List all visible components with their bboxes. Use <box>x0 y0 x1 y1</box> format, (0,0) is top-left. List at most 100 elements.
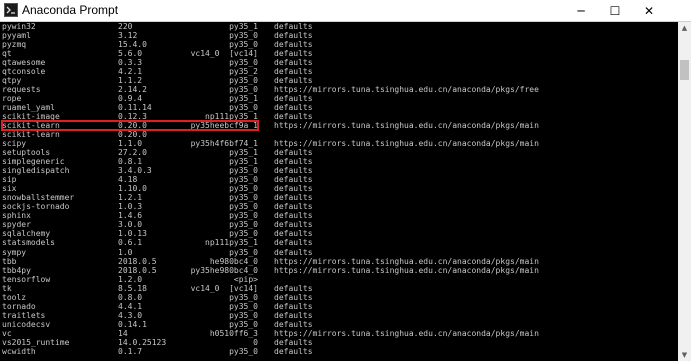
close-button[interactable]: ✕ <box>632 0 666 21</box>
package-name: scipy <box>2 139 27 149</box>
package-version: 0.20.0 <box>118 130 147 140</box>
package-build: py35_0 <box>229 175 258 185</box>
package-channel: defaults <box>274 31 313 41</box>
package-channel: defaults <box>274 229 313 239</box>
package-name: qtconsole <box>2 67 46 77</box>
package-version: 4.3.0 <box>118 310 143 320</box>
package-build: py35_0 <box>229 310 258 320</box>
package-row: rope 0.9.4 py35_1 defaults <box>0 94 678 103</box>
package-build: py35_1 <box>229 22 258 31</box>
package-version: 2.14.2 <box>118 85 147 95</box>
package-version: 15.4.0 <box>118 40 147 50</box>
package-row: sphinx 1.4.6 py35_0 defaults <box>0 211 678 220</box>
package-channel: https://mirrors.tuna.tsinghua.edu.cn/ana… <box>274 121 539 131</box>
package-row: singledispatch 3.4.0.3 py35_0 defaults <box>0 166 678 175</box>
package-build: py35_0 <box>229 202 258 212</box>
package-row: tbb 2018.0.5 he980bc4_0 https://mirrors.tun… <box>0 257 678 266</box>
package-channel: https://mirrors.tuna.tsinghua.edu.cn/ana… <box>274 265 539 275</box>
package-build: py35_1 <box>229 94 258 104</box>
package-name: toolz <box>2 292 27 302</box>
package-channel: defaults <box>274 184 313 194</box>
package-row: qtawesome 0.3.3 py35_0 defaults <box>0 58 678 67</box>
package-channel: defaults <box>274 148 313 158</box>
package-name: qtpy <box>2 76 22 86</box>
package-name: tk <box>2 283 12 293</box>
package-name: sphinx <box>2 211 31 221</box>
package-name: pywin32 <box>2 22 36 31</box>
scroll-up-arrow-icon[interactable]: ▲ <box>678 22 691 34</box>
package-row: setuptools 27.2.0 py35_1 defaults <box>0 148 678 157</box>
package-version: 1.10.0 <box>118 184 147 194</box>
package-row: snowballstemmer 1.2.1 py35_0 defaults <box>0 193 678 202</box>
package-version: 3.12 <box>118 31 138 41</box>
vertical-scrollbar[interactable]: ▲ ▼ <box>678 22 691 361</box>
package-build: py35_0 <box>229 220 258 230</box>
package-version: 0.3.3 <box>118 58 143 68</box>
package-row: requests 2.14.2 py35_0 https://mirrors.tuna… <box>0 85 678 94</box>
package-channel: defaults <box>274 166 313 176</box>
package-row: tornado 4.4.1 py35_0 defaults <box>0 302 678 311</box>
package-version: 3.0.0 <box>118 220 143 230</box>
package-version: 0.8.0 <box>118 292 143 302</box>
package-build: py35_0 <box>229 58 258 68</box>
package-row: spyder 3.0.0 py35_0 defaults <box>0 220 678 229</box>
package-name: pyyaml <box>2 31 31 41</box>
package-channel: defaults <box>274 238 313 248</box>
package-version: 1.1.0 <box>118 139 143 149</box>
package-build: <pip> <box>233 274 258 284</box>
package-version: 14 <box>118 328 128 338</box>
package-row: simplegeneric 0.8.1 py35_1 defaults <box>0 157 678 166</box>
package-build: h0510ff6_3 <box>209 328 258 338</box>
maximize-button[interactable]: ☐ <box>598 0 632 21</box>
package-name: tbb <box>2 256 17 266</box>
package-build: py35_0 <box>229 319 258 329</box>
package-version: 1.0.13 <box>118 229 147 239</box>
package-channel: defaults <box>274 283 313 293</box>
console-output[interactable]: pywin32 220 py35_1 defaults pyyaml 3.12 py35_0… <box>0 22 678 361</box>
package-name: vc <box>2 328 12 338</box>
package-version: 1.0.3 <box>118 202 143 212</box>
package-row: scikit-learn 0.20.0 <box>0 130 678 139</box>
package-name: qtawesome <box>2 58 46 68</box>
scrollbar-thumb[interactable] <box>680 60 689 80</box>
minimize-button[interactable]: ─ <box>564 0 598 21</box>
package-row: sip 4.18 py35_0 defaults <box>0 175 678 184</box>
package-build: py35_0 <box>229 40 258 50</box>
package-channel: defaults <box>274 58 313 68</box>
package-build: py35_1 <box>229 148 258 158</box>
package-version: 27.2.0 <box>118 148 147 158</box>
maximize-icon: ☐ <box>609 3 621 18</box>
package-channel: defaults <box>274 292 313 302</box>
package-channel: defaults <box>274 94 313 104</box>
package-version: 2018.0.5 <box>118 256 157 266</box>
package-build: py35_0 <box>229 85 258 95</box>
package-row: pyyaml 3.12 py35_0 defaults <box>0 31 678 40</box>
package-row: tk 8.5.18 vc14_0 [vc14] defaults <box>0 284 678 293</box>
package-channel: https://mirrors.tuna.tsinghua.edu.cn/ana… <box>274 139 539 149</box>
package-row: unicodecsv 0.14.1 py35_0 defaults <box>0 320 678 329</box>
package-build: py35_0 <box>229 211 258 221</box>
package-name: ruamel_yaml <box>2 103 55 113</box>
package-version: 1.0 <box>118 247 133 257</box>
package-build: he980bc4_0 <box>209 256 258 266</box>
title-bar[interactable]: Anaconda Prompt ─ ☐ ✕ <box>0 0 691 22</box>
package-channel: defaults <box>274 301 313 311</box>
package-version: 8.5.18 <box>118 283 147 293</box>
package-row: statsmodels 0.6.1 np111py35_1 defaults <box>0 238 678 247</box>
package-name: sqlalchemy <box>2 229 51 239</box>
package-channel: defaults <box>274 193 313 203</box>
package-name: rope <box>2 94 22 104</box>
package-channel: https://mirrors.tuna.tsinghua.edu.cn/ana… <box>274 256 539 266</box>
scroll-down-arrow-icon[interactable]: ▼ <box>678 349 691 361</box>
package-build: np111py35_1 <box>205 238 258 248</box>
package-row: sympy 1.0 py35_0 defaults <box>0 248 678 257</box>
package-build: py35_0 <box>229 166 258 176</box>
package-build: py35_0 <box>229 193 258 203</box>
package-version: 4.4.1 <box>118 301 143 311</box>
package-build: py35_0 <box>229 301 258 311</box>
package-name: statsmodels <box>2 238 55 248</box>
package-version: 5.6.0 <box>118 49 143 59</box>
close-icon: ✕ <box>643 3 655 18</box>
minimize-icon: ─ <box>577 3 585 18</box>
package-row: sockjs-tornado 1.0.3 py35_0 defaults <box>0 202 678 211</box>
